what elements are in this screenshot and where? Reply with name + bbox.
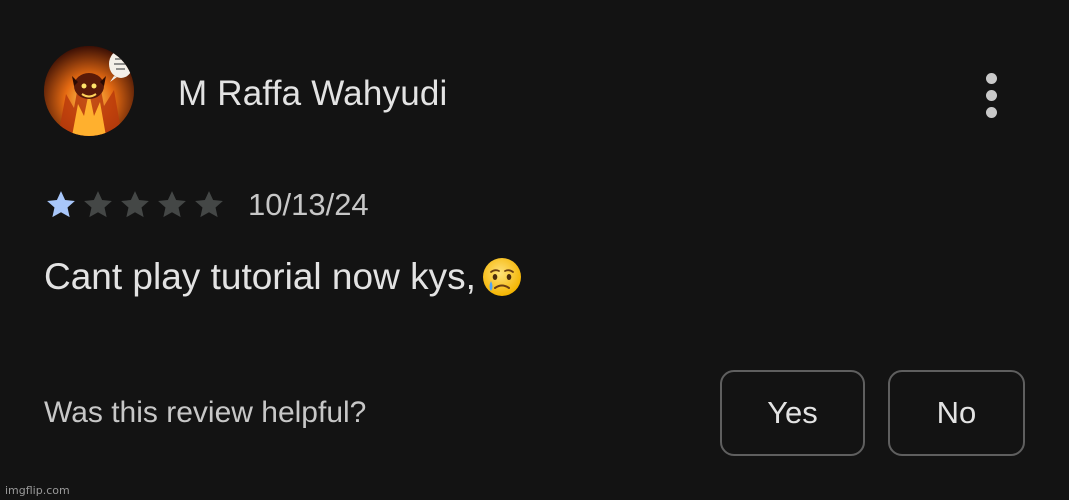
more-options-button[interactable] — [970, 66, 1012, 124]
review-text: Cant play tutorial now kys, — [44, 256, 476, 297]
more-vert-icon-dot — [985, 89, 997, 101]
star-rating — [44, 188, 226, 222]
reviewer-avatar — [44, 46, 134, 136]
helpful-question: Was this review helpful? — [44, 396, 367, 429]
star-empty-icon — [158, 191, 186, 218]
rating-row: 10/13/24 — [44, 186, 369, 224]
crying-face-emoji-icon — [482, 258, 521, 296]
more-vert-icon-dot — [985, 106, 997, 118]
helpful-no-button[interactable]: No — [888, 370, 1025, 456]
star-empty-icon — [121, 191, 149, 218]
more-vert-icon-dot — [985, 72, 997, 84]
review-text-container: Cant play tutorial now kys, — [44, 255, 524, 299]
star-filled-icon — [47, 191, 75, 218]
star-empty-icon — [84, 191, 112, 218]
star-empty-icon — [195, 191, 223, 218]
review-date: 10/13/24 — [248, 187, 369, 222]
reviewer-name: M Raffa Wahyudi — [178, 74, 448, 113]
fiery-character-avatar-icon — [44, 46, 134, 136]
helpful-yes-button[interactable]: Yes — [720, 370, 865, 456]
watermark: imgflip.com — [5, 484, 70, 497]
